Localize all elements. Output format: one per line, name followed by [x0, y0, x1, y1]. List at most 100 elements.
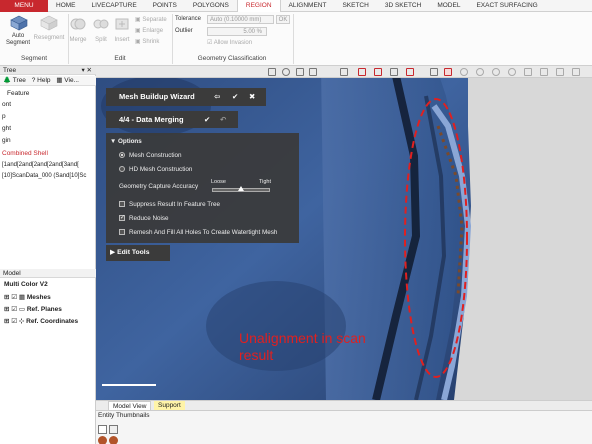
wizard-header: Mesh Buildup Wizard ⇦ ✔ ✖ [106, 88, 266, 106]
annotation-line-1: Unalignment in scan [239, 330, 366, 346]
view-cube-icon[interactable] [268, 68, 276, 76]
separate-button[interactable]: ▣ Separate [135, 16, 167, 23]
tree-tab[interactable]: 🌲 Tree [3, 77, 26, 84]
display-mode-icon[interactable] [358, 68, 366, 76]
select-brush-icon[interactable] [492, 68, 500, 76]
model-item-ref-coordinates-label: Ref. Coordinates [26, 318, 79, 325]
tree-item-scan-1[interactable]: [1and[2and[2and[2and[3and[ [2, 162, 79, 168]
tab-3d-sketch[interactable]: 3D SKETCH [377, 0, 429, 12]
reduce-noise-checkbox[interactable]: ✓ [119, 215, 125, 221]
wizard-close-icon[interactable]: ✖ [249, 88, 255, 106]
wizard-ok-icon[interactable]: ✔ [232, 88, 238, 106]
annotation-ellipse [404, 98, 468, 378]
view-front-icon[interactable] [296, 68, 304, 76]
view-rotate-icon[interactable] [282, 68, 290, 76]
hd-mesh-construction-radio[interactable] [119, 166, 125, 172]
tree-item-origin[interactable]: gin [2, 137, 11, 144]
tree-item-scan-2[interactable]: [10]ScanData_000 (Sand[10]Sc [2, 173, 86, 179]
suppress-result-checkbox[interactable] [119, 201, 125, 207]
thumb-select-icon[interactable] [109, 425, 118, 434]
accuracy-slider-thumb[interactable] [238, 186, 244, 191]
wizard-title: Mesh Buildup Wizard [119, 92, 195, 101]
tab-polygons[interactable]: POLYGONS [185, 0, 237, 12]
step-undo-icon[interactable]: ↶ [220, 111, 226, 128]
mesh-construction-radio[interactable] [119, 152, 125, 158]
model-root[interactable]: Multi Color V2 [4, 281, 48, 288]
view-section-icon[interactable] [340, 68, 348, 76]
bottom-left-panel [0, 400, 96, 444]
options-section[interactable]: ▼ Options [110, 138, 142, 145]
select-paint-icon[interactable] [524, 68, 532, 76]
tolerance-input[interactable]: Auto (0.10000 mm) [207, 15, 274, 24]
select-line-icon[interactable] [430, 68, 438, 76]
select-invert-icon[interactable] [572, 68, 580, 76]
scale-bar [102, 384, 156, 386]
resegment-icon [40, 15, 58, 31]
select-circle-icon[interactable] [460, 68, 468, 76]
remesh-checkbox[interactable] [119, 229, 125, 235]
tab-exact-surfacing[interactable]: EXACT SURFACING [468, 0, 545, 12]
tree-item-front[interactable]: ont [2, 101, 11, 108]
panel-pin-close-icon[interactable]: ▾ ✕ [81, 66, 92, 75]
display-points-icon[interactable] [406, 68, 414, 76]
display-shaded-icon[interactable] [374, 68, 382, 76]
select-rect-icon[interactable] [444, 68, 452, 76]
select-all-icon[interactable] [556, 68, 564, 76]
display-wire-icon[interactable] [390, 68, 398, 76]
thumb-checkbox-icon[interactable] [98, 425, 107, 434]
tab-alignment[interactable]: ALIGNMENT [281, 0, 335, 12]
help-tab[interactable]: ? Help [32, 77, 51, 84]
auto-segment-button[interactable]: Auto Segment [3, 33, 33, 47]
tab-sketch[interactable]: SKETCH [334, 0, 376, 12]
model-item-ref-planes[interactable]: ⊞ ☑ ▭ Ref. Planes [4, 305, 62, 313]
model-item-ref-coordinates[interactable]: ⊞ ☑ ⊹ Ref. Coordinates [4, 317, 78, 325]
annotation-text: Unalignment in scan result [239, 330, 366, 364]
entity-thumbnails-panel: Entity Thumbnails [96, 410, 592, 444]
view-tab[interactable]: ▦ Vie... [56, 77, 79, 84]
outlier-label: Outlier [175, 28, 193, 34]
allow-invasion-checkbox[interactable]: ☑ Allow Invasion [207, 39, 252, 46]
tab-livecapture[interactable]: LIVECAPTURE [84, 0, 145, 12]
shrink-button[interactable]: ▣ Shrink [135, 38, 159, 45]
view-iso-icon[interactable] [309, 68, 317, 76]
tree-item-top[interactable]: p [2, 113, 6, 120]
edit-group-title: Edit [114, 55, 126, 62]
tab-model[interactable]: MODEL [429, 0, 468, 12]
model-item-meshes[interactable]: ⊞ ☑ ▦ Meshes [4, 293, 51, 301]
step-ok-icon[interactable]: ✔ [204, 111, 210, 128]
accuracy-slider-track[interactable] [212, 186, 270, 192]
tree-panel-title: Tree ▾ ✕ [0, 66, 96, 75]
tolerance-ok-button[interactable]: OK [276, 15, 290, 24]
thumb-entity-2[interactable] [109, 436, 118, 444]
tab-points[interactable]: POINTS [145, 0, 185, 12]
wizard-back-icon[interactable]: ⇦ [214, 88, 220, 106]
merge-button[interactable]: Merge [67, 37, 89, 44]
insert-button[interactable]: Insert [111, 37, 133, 44]
outlier-input[interactable]: 5.00 % [207, 27, 267, 36]
tab-menu[interactable]: MENU [0, 0, 48, 12]
allow-invasion-label: Allow Invasion [213, 40, 253, 46]
auto-segment-icon [10, 15, 28, 31]
accuracy-label: Geometry Capture Accuracy [119, 183, 199, 190]
model-panel-title: Model [0, 269, 96, 278]
edit-tools-section[interactable]: ▶ Edit Tools [106, 245, 170, 261]
select-visible-icon[interactable] [540, 68, 548, 76]
enlarge-button[interactable]: ▣ Enlarge [135, 27, 163, 34]
tree-toolbar: 🌲 Tree ? Help ▦ Vie... [0, 76, 96, 86]
geometry-group-title: Geometry Classification [197, 55, 267, 62]
ribbon-tabbar: MENU HOME LIVECAPTURE POINTS POLYGONS RE… [0, 0, 592, 12]
shrink-label: Shrink [142, 39, 160, 45]
remesh-label: Remesh And Fill All Holes To Create Wate… [129, 229, 278, 236]
tree-item-right[interactable]: ght [2, 125, 11, 132]
resegment-button[interactable]: Resegment [33, 35, 65, 42]
select-flood-icon[interactable] [508, 68, 516, 76]
split-button[interactable]: Split [90, 37, 112, 44]
tab-home[interactable]: HOME [48, 0, 84, 12]
tree-item-feature[interactable]: Feature [7, 90, 29, 97]
wizard-options-panel: ▼ Options Mesh Construction HD Mesh Cons… [106, 133, 299, 243]
select-polygon-icon[interactable] [476, 68, 484, 76]
tree-item-combined-shell[interactable]: Combined Shell [2, 150, 48, 157]
enlarge-label: Enlarge [142, 28, 164, 34]
thumb-entity-1[interactable] [98, 436, 107, 444]
tab-region[interactable]: REGION [236, 0, 281, 12]
